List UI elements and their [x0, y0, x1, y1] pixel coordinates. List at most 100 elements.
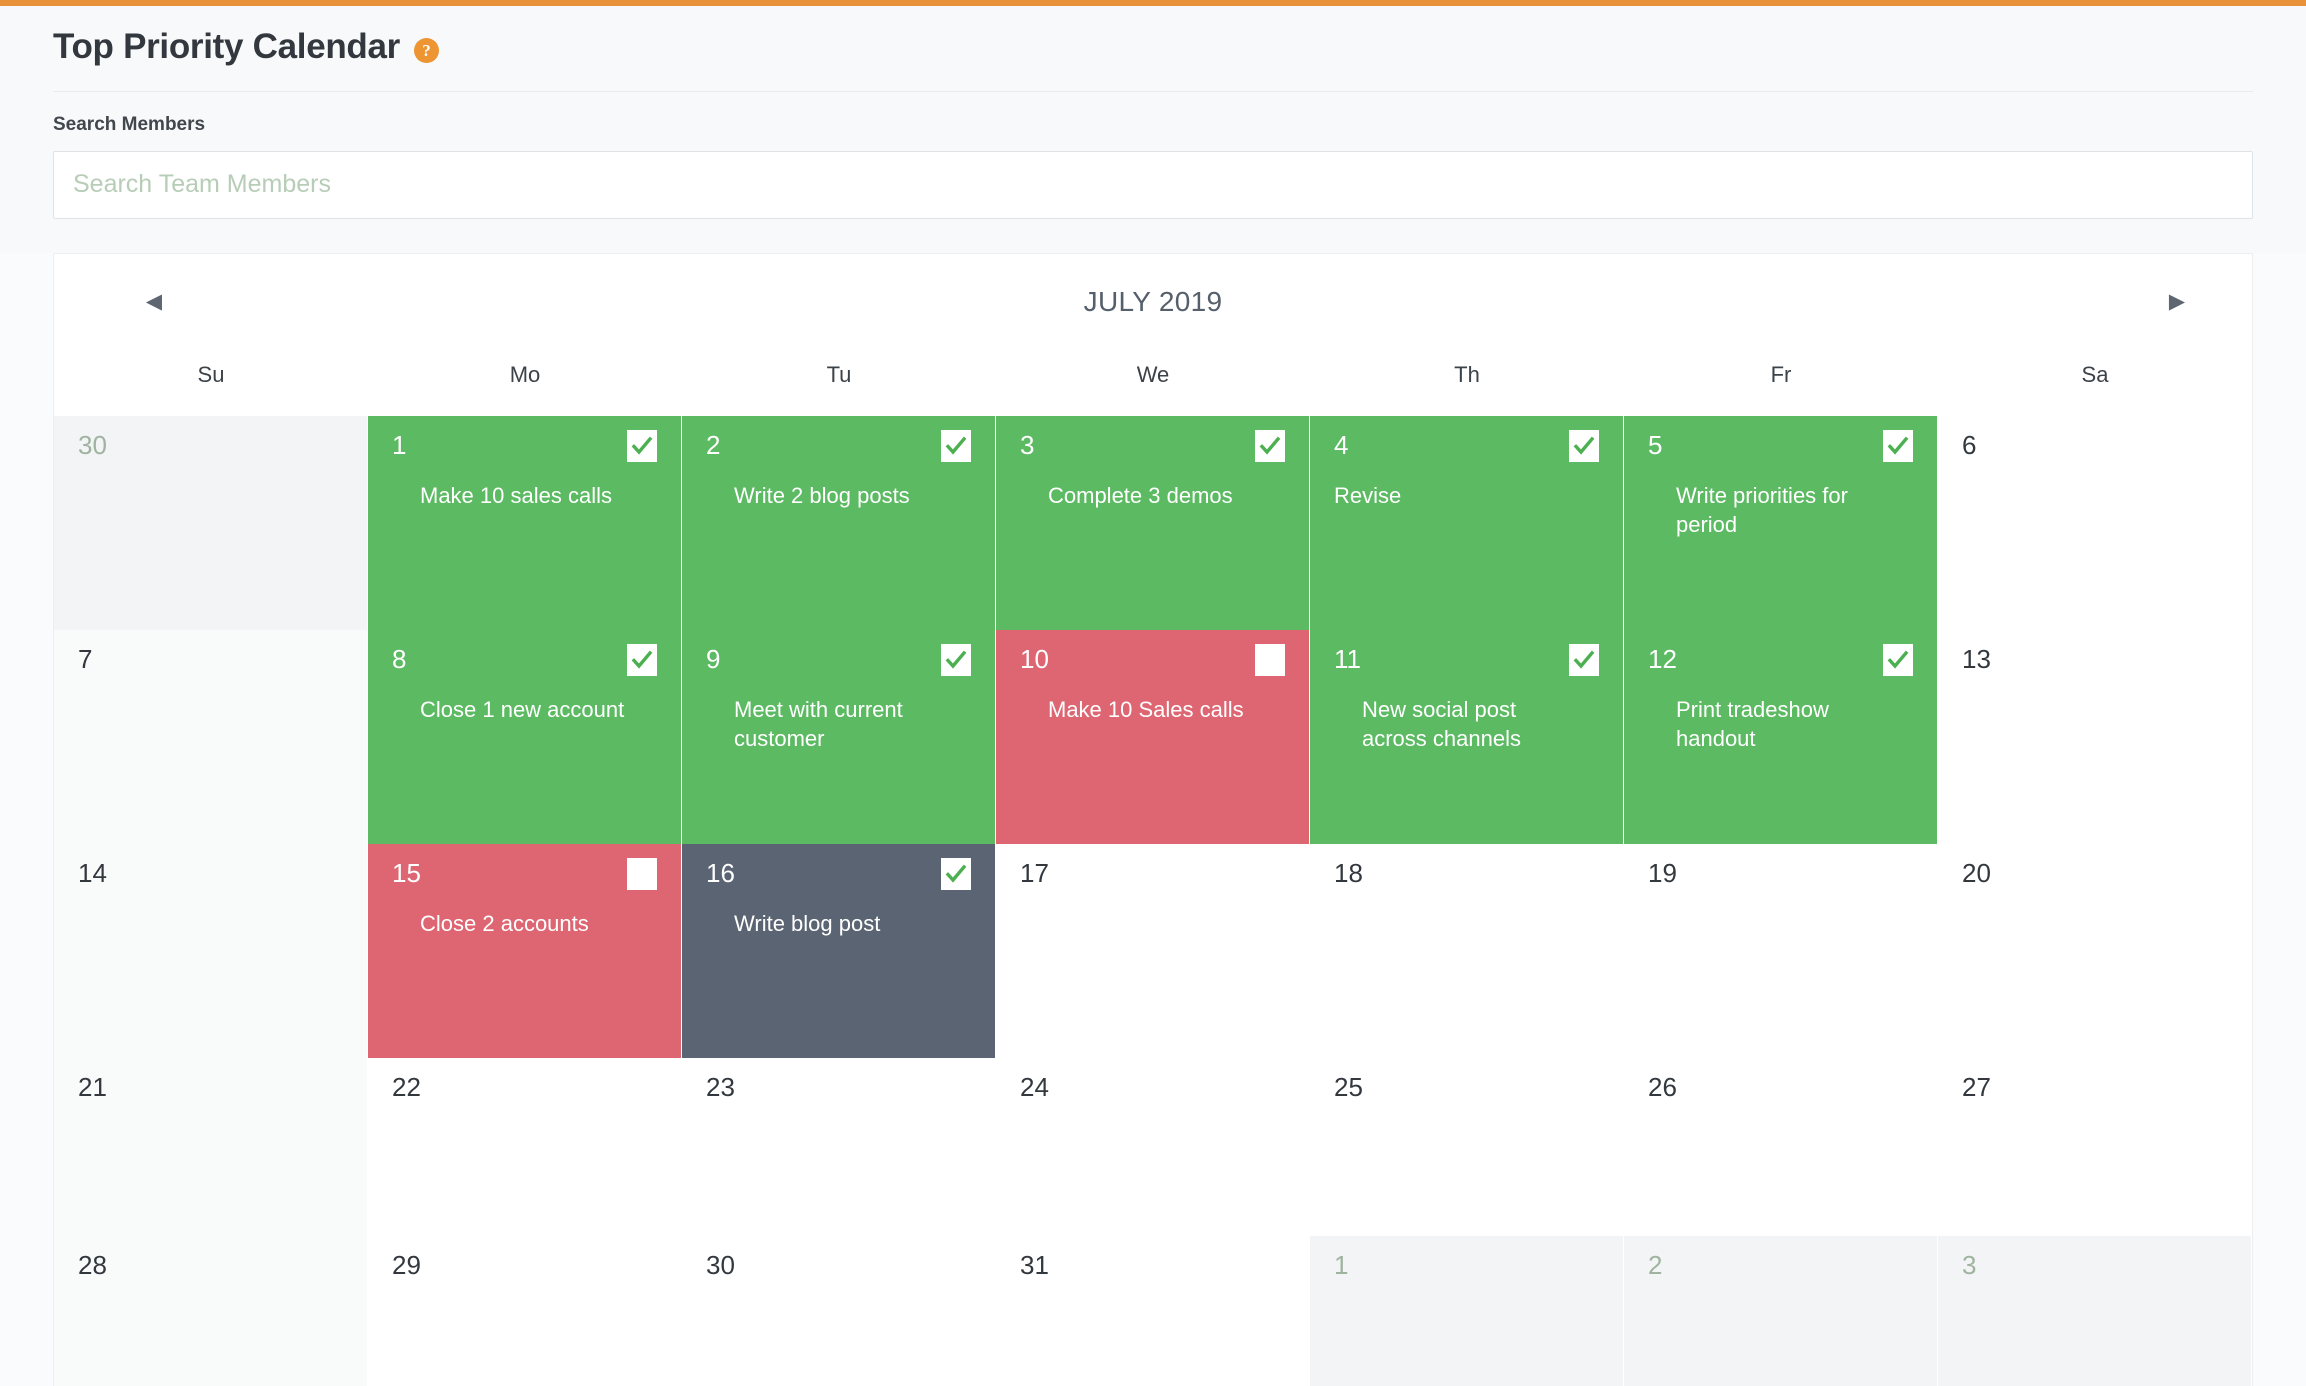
task-text[interactable]: Write blog post [706, 909, 945, 938]
task-text[interactable]: Write 2 blog posts [706, 481, 945, 510]
day-cell-inner: 12 Print tradeshow handout [1624, 629, 1937, 844]
calendar-day-cell[interactable]: 3 [1938, 1235, 2252, 1386]
task-text[interactable]: Close 1 new account [392, 695, 631, 724]
task-checkbox-checked-icon[interactable] [1255, 429, 1285, 462]
calendar-day-cell[interactable]: 18 [1310, 844, 1624, 1058]
calendar-day-cell[interactable]: 21 [54, 1057, 368, 1236]
day-cell-inner: 20 [1938, 844, 2251, 1058]
task-text[interactable]: New social post across channels [1334, 695, 1573, 754]
day-cell-inner: 30 [682, 1236, 995, 1386]
calendar-day-cell[interactable]: 31 [996, 1236, 1310, 1386]
next-month-arrow-icon[interactable]: ▶ [2142, 291, 2212, 312]
day-cell-inner: 1 Make 10 sales calls [368, 415, 681, 630]
task-text[interactable]: Close 2 accounts [392, 909, 631, 938]
calendar-day-cell[interactable]: 13 [1938, 630, 2252, 844]
calendar-day-cell[interactable]: 9 Meet with current customer [682, 629, 996, 844]
calendar-day-cell[interactable]: 24 [996, 1058, 1310, 1236]
calendar-day-cell[interactable]: 28 [54, 1235, 368, 1386]
calendar-day-cell[interactable]: 22 [368, 1058, 682, 1236]
calendar-day-cell[interactable]: 5 Write priorities for period [1624, 415, 1938, 630]
calendar-day-cell[interactable]: 16 Write blog post [682, 843, 996, 1058]
calendar-day-cell[interactable]: 29 [368, 1236, 682, 1386]
day-of-week-fr: Fr [1770, 361, 1792, 387]
calendar-day-cell[interactable]: 1 [1310, 1235, 1624, 1386]
calendar-week-row: 28 29 30 31 1 2 3 [54, 1235, 2252, 1386]
calendar-panel: ◀ JULY 2019 ▶ Su Mo Tu We Th Fr Sa 30 1 Make 10 … [53, 252, 2253, 1386]
calendar-day-cell[interactable]: 2 [1624, 1235, 1938, 1386]
calendar-day-cell[interactable]: 1 Make 10 sales calls [368, 415, 682, 630]
calendar-day-cell[interactable]: 17 [996, 844, 1310, 1058]
day-of-week-th: Th [1454, 361, 1480, 387]
day-cell-inner: 11 New social post across channels [1310, 629, 1623, 844]
task-checkbox-checked-icon[interactable] [627, 429, 657, 462]
day-of-week-sa: Sa [2081, 361, 2109, 387]
calendar-day-cell[interactable]: 26 [1624, 1058, 1938, 1236]
task-text[interactable]: Write priorities for period [1648, 481, 1887, 540]
calendar-day-cell[interactable]: 25 [1310, 1058, 1624, 1236]
task-checkbox-checked-icon[interactable] [1569, 429, 1599, 462]
page-title: Top Priority Calendar [53, 27, 400, 66]
task-text[interactable]: Revise [1334, 481, 1573, 510]
calendar-day-cell[interactable]: 30 [682, 1236, 996, 1386]
day-cell-inner: 31 [996, 1236, 1309, 1386]
calendar-day-cell[interactable]: 12 Print tradeshow handout [1624, 629, 1938, 844]
search-input[interactable] [53, 150, 2253, 219]
day-number: 28 [78, 1249, 107, 1280]
calendar-day-cell[interactable]: 10 Make 10 Sales calls [996, 629, 1310, 844]
day-number: 25 [1334, 1071, 1363, 1102]
task-checkbox-checked-icon[interactable] [1883, 643, 1913, 676]
calendar-day-cell[interactable]: 2 Write 2 blog posts [682, 415, 996, 630]
day-cell-inner: 3 [1938, 1235, 2251, 1386]
task-checkbox-checked-icon[interactable] [1569, 643, 1599, 676]
calendar-day-cell[interactable]: 27 [1938, 1058, 2252, 1236]
task-checkbox-checked-icon[interactable] [941, 429, 971, 462]
calendar-day-cell[interactable]: 20 [1938, 844, 2252, 1058]
app-page: Top Priority Calendar ? Search Members ◀… [0, 0, 2306, 1386]
task-text[interactable]: Complete 3 demos [1020, 481, 1259, 510]
day-number: 14 [78, 857, 107, 888]
calendar-day-cell[interactable]: 7 [54, 629, 368, 844]
calendar-day-cell[interactable]: 15 Close 2 accounts [368, 843, 682, 1058]
day-number: 12 [1648, 643, 1677, 674]
day-number: 27 [1962, 1071, 1991, 1102]
search-members-label: Search Members [53, 113, 206, 135]
calendar-day-cell[interactable]: 6 [1938, 416, 2252, 630]
calendar-day-cell[interactable]: 4 Revise [1310, 415, 1624, 630]
task-checkbox-unchecked-icon[interactable] [627, 857, 657, 890]
calendar-day-cell[interactable]: 8 Close 1 new account [368, 629, 682, 844]
day-cell-inner: 19 [1624, 844, 1937, 1058]
day-number: 29 [392, 1249, 421, 1280]
calendar-day-cell[interactable]: 3 Complete 3 demos [996, 415, 1310, 630]
task-text[interactable]: Print tradeshow handout [1648, 695, 1887, 754]
task-text[interactable]: Make 10 sales calls [392, 481, 631, 510]
day-number: 15 [392, 857, 421, 888]
day-number: 16 [706, 857, 735, 888]
day-cell-inner: 5 Write priorities for period [1624, 415, 1937, 630]
day-of-week-we: We [1136, 361, 1170, 387]
calendar-day-cell[interactable]: 14 [54, 843, 368, 1058]
task-text[interactable]: Meet with current customer [706, 695, 945, 754]
calendar-week-row: 21 22 23 24 25 26 27 [54, 1057, 2252, 1236]
task-checkbox-checked-icon[interactable] [941, 643, 971, 676]
search-block: Search Members [53, 92, 2253, 253]
calendar-day-cell[interactable]: 11 New social post across channels [1310, 629, 1624, 844]
calendar-day-cell[interactable]: 23 [682, 1058, 996, 1236]
day-of-week-header-row: Su Mo Tu We Th Fr Sa [54, 350, 2252, 416]
task-checkbox-checked-icon[interactable] [941, 857, 971, 890]
task-checkbox-checked-icon[interactable] [1883, 429, 1913, 462]
day-number: 2 [706, 429, 721, 460]
day-cell-inner: 26 [1624, 1058, 1937, 1236]
calendar-week-row: 7 8 Close 1 new account 9 Meet with current … [54, 629, 2252, 844]
day-number: 18 [1334, 857, 1363, 888]
task-checkbox-unchecked-icon[interactable] [1255, 643, 1285, 676]
day-number: 26 [1648, 1071, 1677, 1102]
day-cell-inner: 25 [1310, 1058, 1623, 1236]
day-cell-inner: 23 [682, 1058, 995, 1236]
calendar-day-cell[interactable]: 19 [1624, 844, 1938, 1058]
calendar-day-cell[interactable]: 30 [54, 415, 368, 630]
question-mark-icon[interactable]: ? [414, 37, 439, 63]
day-number: 7 [78, 643, 93, 674]
task-checkbox-checked-icon[interactable] [627, 643, 657, 676]
task-text[interactable]: Make 10 Sales calls [1020, 695, 1259, 724]
day-of-week-mo: Mo [509, 361, 541, 387]
